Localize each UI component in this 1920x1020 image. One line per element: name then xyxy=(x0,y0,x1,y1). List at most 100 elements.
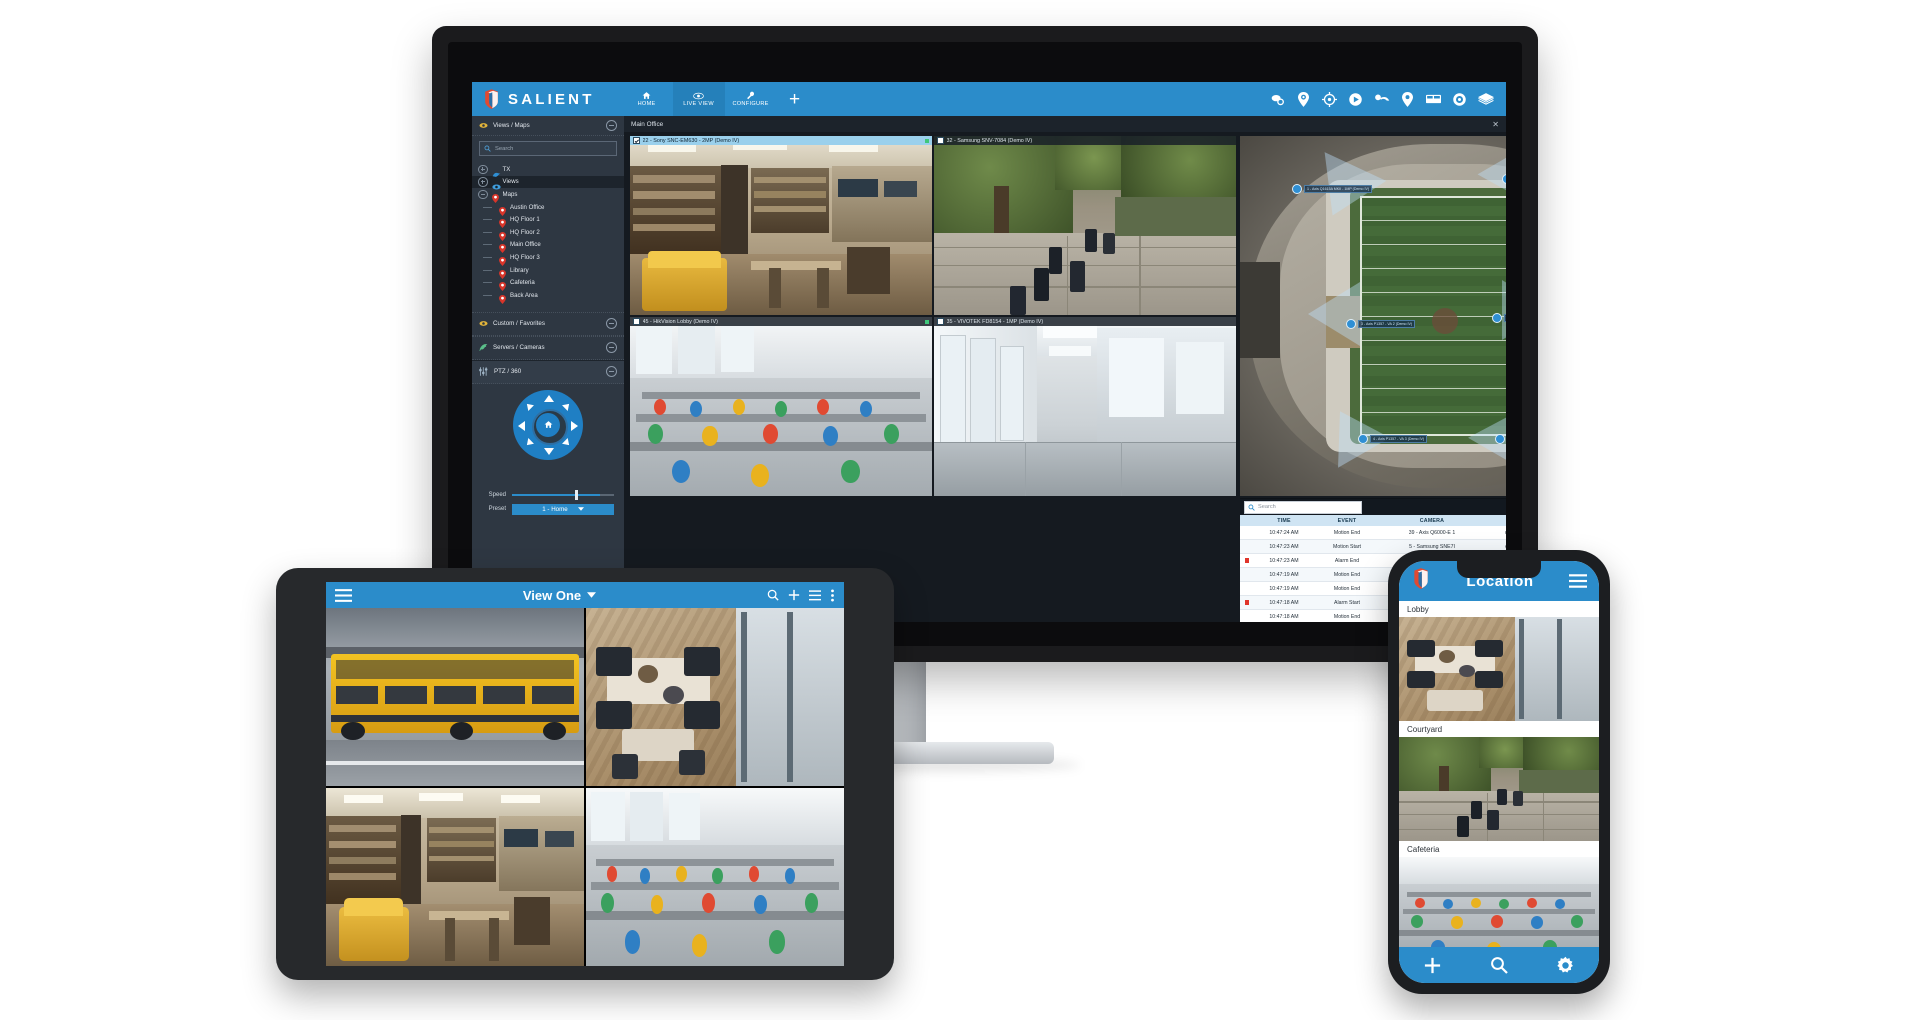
hamburger-icon[interactable] xyxy=(335,588,352,602)
layers-icon[interactable] xyxy=(1477,91,1494,108)
ptz-preset-dropdown[interactable]: 1 - Home xyxy=(512,503,614,515)
layout-icon[interactable] xyxy=(1425,91,1442,108)
collapse-icon[interactable] xyxy=(606,318,617,330)
search-icon[interactable] xyxy=(1490,956,1508,974)
more-vertical-icon[interactable] xyxy=(830,588,835,602)
plus-icon[interactable] xyxy=(788,589,800,601)
phone-section-label[interactable]: Lobby xyxy=(1399,601,1599,617)
tablet-camera-cell[interactable] xyxy=(586,608,844,786)
camera-cell[interactable]: 45 - HikVision Lobby (Demo IV) xyxy=(630,317,932,496)
column-header-event[interactable]: EVENT xyxy=(1314,518,1380,524)
map-camera-marker[interactable]: 2 - Axis P1357 - VA 1 (Demo IV) xyxy=(1502,174,1506,184)
ptz-upright-arrow[interactable] xyxy=(562,400,572,411)
expand-icon[interactable] xyxy=(478,177,488,187)
slider-knob[interactable] xyxy=(575,489,578,500)
expand-icon[interactable] xyxy=(478,164,488,175)
map-marker-icon[interactable] xyxy=(1399,91,1416,108)
collapse-icon[interactable] xyxy=(606,342,617,354)
camera-search-icon[interactable] xyxy=(1269,91,1286,108)
event-log-row[interactable]: 10:47:24 AM Motion End 39 - Axis Q6000-E 1… xyxy=(1240,526,1506,540)
map-camera-marker[interactable]: 6 - Bosch Dinion IP 5000 MP - 5MP (Demo … xyxy=(1492,313,1506,323)
phone-section-label[interactable]: Cafeteria xyxy=(1399,841,1599,857)
camera-cell-titlebar[interactable]: 32 - Samsung SNV-7084 (Demo IV) xyxy=(934,136,1236,145)
tree-item[interactable]: Main Office xyxy=(472,239,624,254)
list-icon[interactable] xyxy=(809,589,821,601)
ptz-downleft-arrow[interactable] xyxy=(524,437,534,448)
map-camera-marker[interactable]: 10 - Axis M3046 - 5MP Sunnyhaven (Demo I… xyxy=(1495,434,1506,444)
nav-item-live-view[interactable]: LIVE VIEW xyxy=(672,82,725,116)
tablet-camera-cell[interactable] xyxy=(586,788,844,966)
phone-camera-preview[interactable] xyxy=(1399,737,1599,841)
event-search-input[interactable]: Search xyxy=(1244,500,1362,514)
column-header-camera[interactable]: CAMERA xyxy=(1380,518,1484,524)
add-view-button[interactable]: + xyxy=(777,82,813,116)
collapse-icon[interactable] xyxy=(606,120,617,131)
playback-icon[interactable] xyxy=(1347,91,1364,108)
tree-connector xyxy=(483,206,492,208)
camera-cell-titlebar[interactable]: 35 - VIVOTEK FD8154 - 1MP (Demo IV) xyxy=(934,317,1236,326)
tree-item[interactable]: Views xyxy=(472,175,624,190)
map-pin-camera-icon[interactable] xyxy=(1295,91,1312,108)
nav-label-live-view: LIVE VIEW xyxy=(683,100,714,107)
camera-cell[interactable]: 22 - Sony SNC-EM630 - 2MP (Demo IV) xyxy=(630,136,932,315)
camera-select-checkbox[interactable] xyxy=(633,318,640,325)
ptz-right-arrow[interactable] xyxy=(571,420,578,431)
sidebar-search-input[interactable]: Search xyxy=(479,141,617,156)
phone-camera-preview[interactable] xyxy=(1399,617,1599,721)
collapse-icon[interactable] xyxy=(478,189,488,200)
stadium-map-panel[interactable]: 1 - Axis Q1615A MKII - 1MP (Demo IV) 2 - … xyxy=(1240,136,1506,496)
ptz-target-icon[interactable] xyxy=(1321,91,1338,108)
collapse-icon[interactable] xyxy=(606,366,617,378)
close-icon[interactable]: ✕ xyxy=(1492,120,1499,129)
ptz-left-arrow[interactable] xyxy=(518,420,525,431)
map-camera-marker[interactable]: 3 - Axis P1357 - VA 2 (Demo IV) xyxy=(1346,319,1416,329)
tablet-view-selector[interactable]: View One xyxy=(352,588,767,603)
map-pin-icon xyxy=(499,228,506,241)
camera-cell-titlebar[interactable]: 45 - HikVision Lobby (Demo IV) xyxy=(630,317,932,326)
tablet-camera-cell[interactable] xyxy=(326,608,584,786)
hamburger-icon[interactable] xyxy=(1569,574,1587,588)
camera-cell-titlebar[interactable]: 22 - Sony SNC-EM630 - 2MP (Demo IV) xyxy=(630,136,932,145)
ptz-downright-arrow[interactable] xyxy=(562,437,572,448)
ptz-home-button[interactable] xyxy=(536,412,560,437)
sidebar-section-ptz-360[interactable]: PTZ / 360 xyxy=(472,359,624,384)
search-icon[interactable] xyxy=(767,589,779,601)
column-header-server[interactable]: SERVER xyxy=(1484,518,1506,524)
sidebar-section-servers-cameras[interactable]: Servers / Cameras xyxy=(472,335,624,360)
tree-item[interactable]: Maps xyxy=(472,188,624,203)
tree-item[interactable]: Back Area xyxy=(472,289,624,304)
tablet-camera-cell[interactable] xyxy=(326,788,584,966)
plus-icon[interactable] xyxy=(1423,956,1442,975)
tree-item[interactable]: HQ Floor 3 xyxy=(472,251,624,266)
tour-icon[interactable] xyxy=(1373,91,1390,108)
gear-icon[interactable] xyxy=(1556,956,1575,975)
map-camera-marker[interactable]: 4 - Axis P1357 - VA 3 (Demo IV) xyxy=(1358,434,1428,444)
record-icon[interactable] xyxy=(1451,91,1468,108)
ptz-down-arrow[interactable] xyxy=(544,447,554,455)
column-header-time[interactable]: TIME xyxy=(1254,518,1314,524)
tree-item[interactable]: TX xyxy=(472,163,624,177)
tablet-view-title: View One xyxy=(522,587,582,603)
nav-item-home[interactable]: HOME xyxy=(621,82,673,116)
nav-item-configure[interactable]: CONFIGURE xyxy=(725,82,777,116)
viewport-tab[interactable]: Main Office ✕ xyxy=(624,116,1506,132)
camera-select-checkbox[interactable] xyxy=(937,137,944,144)
camera-select-checkbox[interactable] xyxy=(937,318,944,325)
map-camera-marker[interactable]: 1 - Axis Q1615A MKII - 1MP (Demo IV) xyxy=(1292,184,1373,194)
ptz-dpad[interactable] xyxy=(513,389,583,460)
camera-select-checkbox[interactable] xyxy=(633,137,640,144)
event-event-cell: Motion End xyxy=(1333,585,1361,592)
tree-item[interactable]: HQ Floor 1 xyxy=(472,213,624,229)
ptz-upleft-arrow[interactable] xyxy=(524,400,534,411)
sidebar-section-views-maps[interactable]: Views / Maps xyxy=(472,116,624,136)
tree-item[interactable]: Cafeteria xyxy=(472,276,624,292)
phone-camera-preview[interactable] xyxy=(1399,857,1599,961)
phone-section-label[interactable]: Courtyard xyxy=(1399,721,1599,737)
ptz-speed-slider[interactable] xyxy=(512,489,614,500)
camera-cell[interactable]: 35 - VIVOTEK FD8154 - 1MP (Demo IV) xyxy=(934,317,1236,496)
tree-item[interactable]: HQ Floor 2 xyxy=(472,226,624,241)
ptz-up-arrow[interactable] xyxy=(544,394,554,402)
sidebar-section-custom-favorites[interactable]: Custom / Favorites xyxy=(472,311,624,336)
camera-cell[interactable]: 32 - Samsung SNV-7084 (Demo IV) xyxy=(934,136,1236,315)
tree-item[interactable]: Library xyxy=(472,264,624,279)
